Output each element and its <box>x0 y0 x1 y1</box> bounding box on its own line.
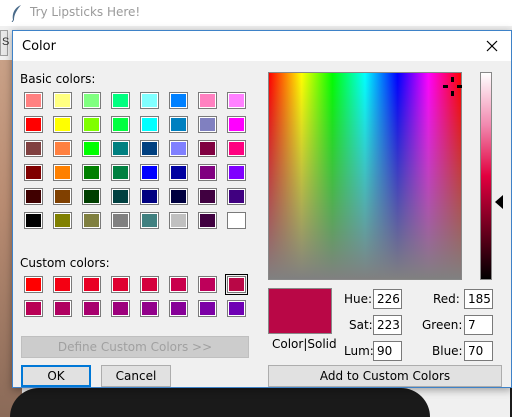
basic-color-swatch[interactable] <box>140 212 159 229</box>
basic-color-swatch[interactable] <box>82 116 101 133</box>
color-solid-label: Color|Solid <box>272 337 337 351</box>
basic-color-swatch[interactable] <box>198 188 217 205</box>
basic-color-swatch[interactable] <box>24 164 43 181</box>
basic-colors-label: Basic colors: <box>20 72 96 86</box>
basic-color-swatch[interactable] <box>140 188 159 205</box>
basic-color-swatch[interactable] <box>198 140 217 157</box>
custom-color-swatch[interactable] <box>140 276 159 293</box>
custom-color-swatch[interactable] <box>140 300 159 317</box>
custom-color-swatch[interactable] <box>82 276 101 293</box>
basic-color-swatch[interactable] <box>53 212 72 229</box>
basic-color-swatch[interactable] <box>82 140 101 157</box>
basic-color-swatch[interactable] <box>24 92 43 109</box>
basic-color-swatch[interactable] <box>140 92 159 109</box>
custom-colors-label: Custom colors: <box>20 256 110 270</box>
basic-color-swatch[interactable] <box>111 140 130 157</box>
basic-color-swatch[interactable] <box>82 164 101 181</box>
custom-color-swatch[interactable] <box>227 300 246 317</box>
cancel-button[interactable]: Cancel <box>101 365 171 387</box>
basic-color-swatch[interactable] <box>24 212 43 229</box>
add-to-custom-colors-button[interactable]: Add to Custom Colors <box>268 365 502 387</box>
custom-color-swatch[interactable] <box>198 300 217 317</box>
sat-field[interactable]: 223 <box>373 315 402 335</box>
basic-color-swatch[interactable] <box>169 164 188 181</box>
custom-color-swatch[interactable] <box>225 274 248 295</box>
basic-color-swatch[interactable] <box>111 92 130 109</box>
basic-color-swatch[interactable] <box>82 212 101 229</box>
background-window-title: Try Lipsticks Here! <box>30 5 141 19</box>
basic-color-swatch[interactable] <box>227 116 246 133</box>
close-icon[interactable] <box>481 35 503 57</box>
basic-color-swatch[interactable] <box>169 188 188 205</box>
background-photo-shoulder <box>10 388 430 417</box>
custom-color-swatch[interactable] <box>111 300 130 317</box>
basic-color-swatch[interactable] <box>24 116 43 133</box>
custom-color-swatch[interactable] <box>53 300 72 317</box>
lum-label: Lum: <box>344 344 374 358</box>
ok-button[interactable]: OK <box>21 365 91 387</box>
basic-color-swatch[interactable] <box>82 92 101 109</box>
basic-color-swatch[interactable] <box>53 116 72 133</box>
lum-field[interactable]: 90 <box>373 341 402 361</box>
red-field[interactable]: 185 <box>464 289 493 309</box>
basic-color-swatch[interactable] <box>169 140 188 157</box>
background-menu-letter: S <box>2 36 10 48</box>
custom-color-swatch[interactable] <box>82 300 101 317</box>
custom-color-swatch[interactable] <box>169 300 188 317</box>
blue-label: Blue: <box>432 344 463 358</box>
basic-color-swatch[interactable] <box>24 140 43 157</box>
basic-color-swatch[interactable] <box>111 164 130 181</box>
basic-color-swatch[interactable] <box>111 116 130 133</box>
basic-color-swatch[interactable] <box>53 92 72 109</box>
basic-color-swatch[interactable] <box>198 164 217 181</box>
luminosity-bar[interactable] <box>480 72 492 280</box>
blue-field[interactable]: 70 <box>464 341 493 361</box>
hue-label: Hue: <box>344 292 373 306</box>
custom-color-swatch[interactable] <box>111 276 130 293</box>
basic-color-swatch[interactable] <box>111 188 130 205</box>
basic-color-swatch[interactable] <box>198 116 217 133</box>
custom-color-swatch[interactable] <box>24 276 43 293</box>
custom-color-swatch[interactable] <box>24 300 43 317</box>
basic-color-swatch[interactable] <box>198 92 217 109</box>
sat-label: Sat: <box>349 318 373 332</box>
custom-color-swatch[interactable] <box>53 276 72 293</box>
basic-color-swatch[interactable] <box>169 92 188 109</box>
basic-color-swatch[interactable] <box>227 188 246 205</box>
color-dialog: Color Basic colors: Custom colors: Defin… <box>12 30 512 388</box>
basic-color-swatch[interactable] <box>82 188 101 205</box>
basic-color-swatch[interactable] <box>169 212 188 229</box>
basic-color-swatch[interactable] <box>227 140 246 157</box>
basic-color-swatch[interactable] <box>140 140 159 157</box>
basic-color-swatch[interactable] <box>227 164 246 181</box>
basic-color-swatch[interactable] <box>140 116 159 133</box>
luminosity-arrow-icon[interactable] <box>495 195 503 209</box>
background-titlebar: Try Lipsticks Here! <box>0 0 512 26</box>
basic-color-swatch[interactable] <box>53 140 72 157</box>
basic-color-swatch[interactable] <box>169 116 188 133</box>
color-spectrum[interactable] <box>268 72 462 280</box>
green-label: Green: <box>422 318 463 332</box>
basic-color-swatch[interactable] <box>111 212 130 229</box>
basic-color-swatch[interactable] <box>227 212 246 229</box>
hue-field[interactable]: 226 <box>373 289 402 309</box>
custom-color-swatch[interactable] <box>198 276 217 293</box>
basic-color-swatch[interactable] <box>24 188 43 205</box>
basic-color-swatch[interactable] <box>53 188 72 205</box>
feather-icon <box>11 5 21 22</box>
basic-color-swatch[interactable] <box>227 92 246 109</box>
green-field[interactable]: 7 <box>464 315 493 335</box>
basic-color-swatch[interactable] <box>140 164 159 181</box>
dialog-titlebar: Color <box>13 31 511 61</box>
color-solid-preview <box>268 288 332 334</box>
red-label: Red: <box>433 292 460 306</box>
crosshair-icon <box>443 77 462 96</box>
define-custom-colors-button[interactable]: Define Custom Colors >> <box>21 336 249 358</box>
basic-color-swatch[interactable] <box>198 212 217 229</box>
background-menu-stub[interactable]: S <box>0 30 10 56</box>
custom-color-swatch[interactable] <box>169 276 188 293</box>
dialog-title: Color <box>22 39 56 54</box>
basic-color-swatch[interactable] <box>53 164 72 181</box>
